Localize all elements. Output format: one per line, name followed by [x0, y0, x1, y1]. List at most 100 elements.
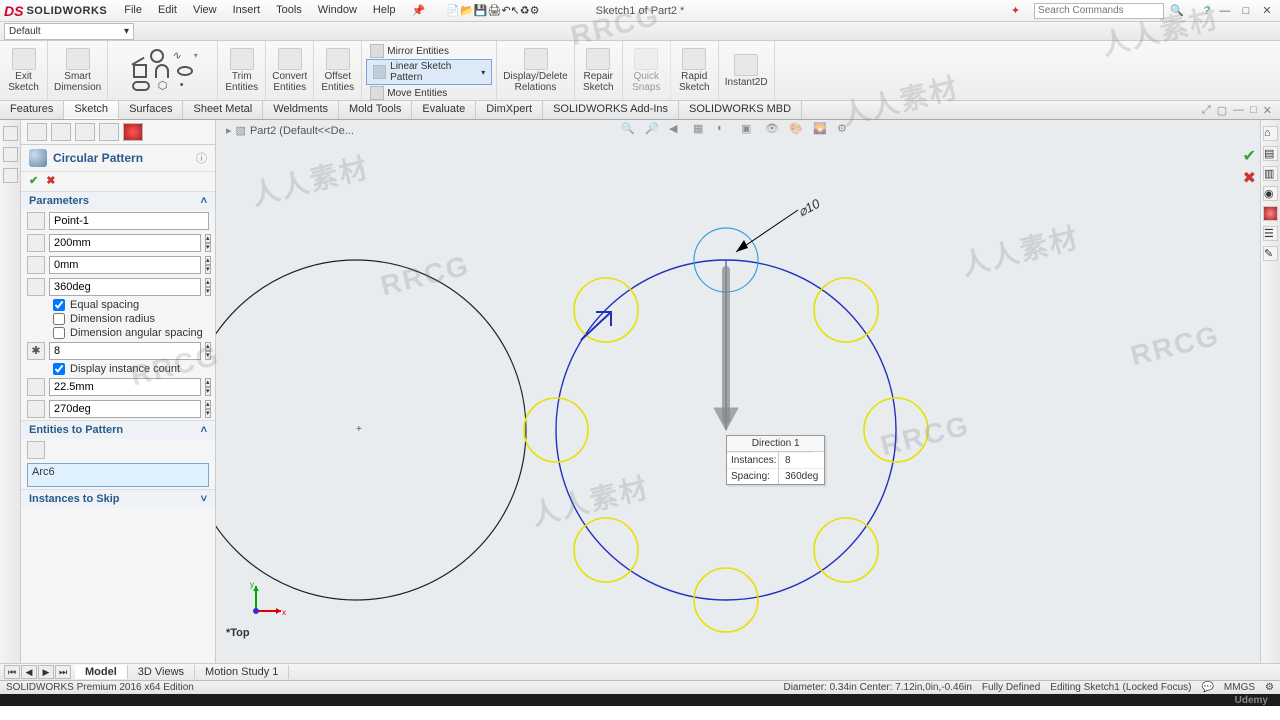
tab-sketch[interactable]: Sketch — [64, 101, 119, 119]
maximize-button[interactable]: □ — [1237, 5, 1255, 17]
nav-prev[interactable]: ◀ — [21, 665, 37, 679]
dimension-radius-check[interactable]: Dimension radius — [21, 312, 215, 326]
task-props-icon[interactable]: ☰ — [1263, 226, 1278, 241]
tab-mbd[interactable]: SOLIDWORKS MBD — [679, 101, 802, 119]
pmgr-tab-config[interactable] — [75, 123, 95, 141]
video-progress-bar[interactable] — [0, 694, 1280, 706]
child-max-icon[interactable]: □ — [1250, 104, 1257, 116]
task-explorer-icon[interactable]: ▥ — [1263, 166, 1278, 181]
close-button[interactable]: ✕ — [1258, 4, 1276, 17]
graphics-canvas[interactable]: ▸ ▧ Part2 (Default<<De... 🔍 🔎 ◀ ▦ ◐ ▣ 👁 … — [216, 120, 1260, 663]
rebuild-button[interactable]: ♻ — [520, 4, 530, 17]
ok-button[interactable]: ✔ — [29, 174, 38, 187]
rect-tool-icon[interactable] — [133, 64, 147, 78]
select-button[interactable]: ↖ — [511, 4, 520, 17]
search-go-icon[interactable]: 🔍 — [1170, 4, 1184, 17]
tab-features[interactable]: Features — [0, 101, 64, 119]
display-relations-button[interactable]: Display/Delete Relations — [497, 41, 574, 100]
tab-weldments[interactable]: Weldments — [263, 101, 339, 119]
tab-dimxpert[interactable]: DimXpert — [476, 101, 543, 119]
status-units[interactable]: MMGS — [1224, 682, 1255, 693]
options-button[interactable]: ⚙ — [530, 4, 540, 17]
child-min-icon[interactable]: — — [1233, 104, 1244, 116]
radius-up[interactable]: ▴ — [205, 234, 211, 243]
tab-moldtools[interactable]: Mold Tools — [339, 101, 412, 119]
cancel-button[interactable]: ✖ — [46, 174, 55, 187]
nav-first[interactable]: ⏮ — [4, 665, 20, 679]
canvas-ok-icon[interactable]: ✔ — [1243, 146, 1256, 166]
nav-last[interactable]: ⏭ — [55, 665, 71, 679]
pmgr-tab-appear[interactable] — [123, 123, 143, 141]
display-count-check[interactable]: Display instance count — [21, 362, 215, 376]
nav-next[interactable]: ▶ — [38, 665, 54, 679]
repair-sketch-button[interactable]: Repair Sketch — [575, 41, 623, 100]
menu-edit[interactable]: Edit — [151, 2, 184, 19]
pmgr-tab-dim[interactable] — [99, 123, 119, 141]
spline-tool-icon[interactable]: ∿ — [172, 49, 186, 63]
status-balloon-icon[interactable]: 💬 — [1201, 682, 1213, 693]
search-input[interactable] — [1034, 3, 1164, 19]
expand-icon[interactable]: ⤢ — [1202, 104, 1211, 117]
minimize-button[interactable]: — — [1216, 5, 1234, 17]
offset-entities-button[interactable]: Offset Entities — [314, 41, 362, 100]
quick-snaps-button[interactable]: Quick Snaps — [623, 41, 671, 100]
instances-down[interactable]: ▾ — [205, 351, 211, 360]
config-dropdown[interactable]: Default▾ — [4, 23, 134, 40]
center-point-field[interactable] — [49, 212, 209, 230]
slot-tool-icon[interactable] — [132, 81, 150, 91]
arc-offset-field[interactable] — [49, 256, 201, 274]
menu-help[interactable]: Help — [366, 2, 403, 19]
task-lib-icon[interactable]: ▤ — [1263, 146, 1278, 161]
ellipse-tool-icon[interactable] — [177, 66, 193, 76]
menu-window[interactable]: Window — [311, 2, 364, 19]
window-icon[interactable]: ▢ — [1217, 104, 1227, 117]
instant2d-button[interactable]: Instant2D — [719, 41, 775, 100]
sec-skip[interactable]: Instances to Skip˅ — [21, 490, 215, 508]
dimension-angular-check[interactable]: Dimension angular spacing — [21, 326, 215, 340]
pmgr-tab-props[interactable] — [51, 123, 71, 141]
tab-surfaces[interactable]: Surfaces — [119, 101, 183, 119]
entities-list[interactable]: Arc6 — [27, 463, 209, 487]
rapid-sketch-button[interactable]: Rapid Sketch — [671, 41, 719, 100]
callout-spacing[interactable]: 360deg — [779, 468, 824, 484]
radius-field[interactable] — [49, 234, 201, 252]
task-home-icon[interactable]: ⌂ — [1263, 126, 1278, 141]
tab-evaluate[interactable]: Evaluate — [412, 101, 476, 119]
open-doc-button[interactable]: 📂 — [460, 4, 474, 17]
radius-down[interactable]: ▾ — [205, 243, 211, 252]
callout-instances[interactable]: 8 — [779, 452, 813, 468]
convert-entities-button[interactable]: Convert Entities — [266, 41, 314, 100]
menu-file[interactable]: File — [117, 2, 149, 19]
tab-model[interactable]: Model — [75, 665, 128, 679]
mirror-entities-button[interactable]: Mirror Entities — [366, 43, 492, 59]
print-button[interactable]: 🖨 — [487, 4, 501, 17]
point-tool-icon[interactable]: • — [180, 79, 194, 93]
child-close-icon[interactable]: ✕ — [1263, 104, 1272, 117]
menu-tools[interactable]: Tools — [269, 2, 309, 19]
seed-angle-field[interactable] — [49, 400, 201, 418]
sec-entities[interactable]: Entities to Pattern˄ — [21, 421, 215, 439]
task-appear-icon[interactable] — [1263, 206, 1278, 221]
menu-pin-icon[interactable]: 📌 — [405, 2, 433, 19]
tab-addins[interactable]: SOLIDWORKS Add-Ins — [543, 101, 679, 119]
linear-pattern-button[interactable]: Linear Sketch Pattern▾ — [366, 59, 492, 85]
arc-tool-icon[interactable] — [155, 64, 169, 78]
tab-motion[interactable]: Motion Study 1 — [195, 665, 289, 679]
canvas-cancel-icon[interactable]: ✖ — [1243, 168, 1256, 188]
angle-field[interactable] — [49, 278, 201, 296]
exit-sketch-button[interactable]: Exit Sketch — [0, 41, 48, 100]
tab-sheetmetal[interactable]: Sheet Metal — [183, 101, 263, 119]
equal-spacing-check[interactable]: Equal spacing — [21, 298, 215, 312]
pmgr-tab-tree[interactable] — [27, 123, 47, 141]
instances-up[interactable]: ▴ — [205, 342, 211, 351]
rail-chart-icon[interactable] — [3, 168, 18, 183]
save-button[interactable]: 💾 — [474, 4, 488, 17]
smart-dimension-button[interactable]: Smart Dimension — [48, 41, 108, 100]
instances-field[interactable] — [49, 342, 201, 360]
circle-tool-icon[interactable] — [150, 49, 164, 63]
rail-display-icon[interactable] — [3, 147, 18, 162]
rail-feature-icon[interactable] — [3, 126, 18, 141]
pmgr-help-icon[interactable]: ⓘ — [196, 150, 207, 166]
help-button[interactable]: ? — [1204, 5, 1210, 17]
polygon-tool-icon[interactable]: ⬡ — [158, 79, 172, 93]
